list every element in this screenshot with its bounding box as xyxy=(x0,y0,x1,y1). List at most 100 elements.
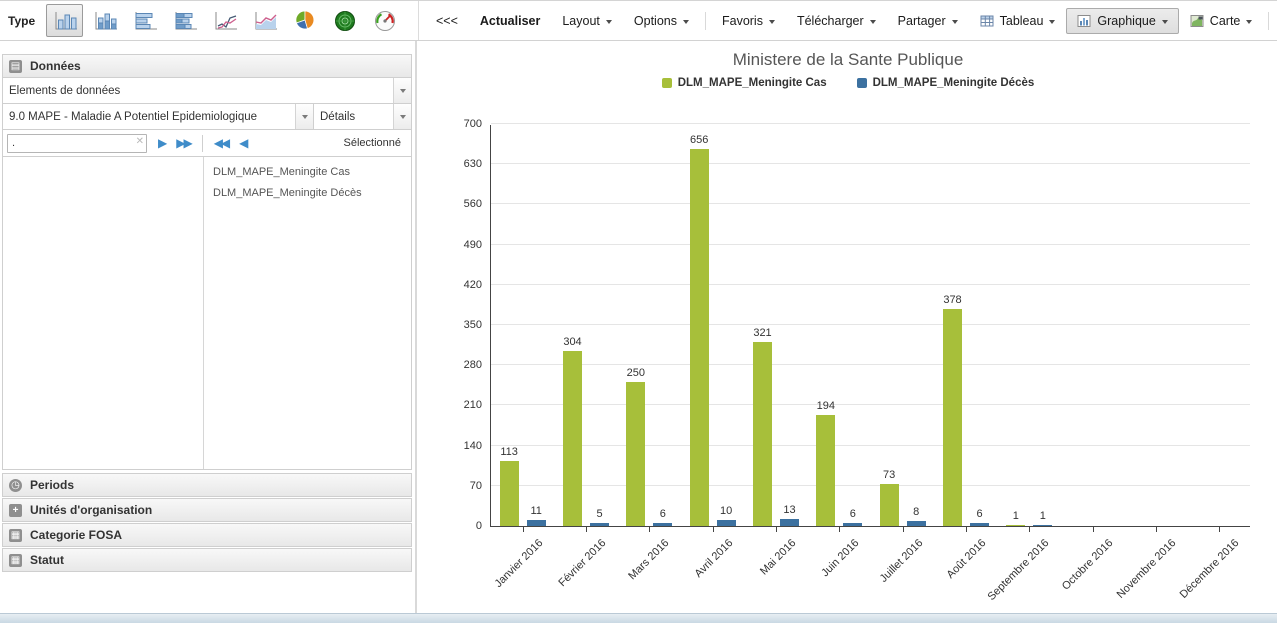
bar-deces[interactable] xyxy=(970,523,989,526)
x-axis-tick xyxy=(586,527,587,532)
bar-cas[interactable] xyxy=(1006,525,1025,526)
type-label: Type xyxy=(8,14,35,28)
chart-panel: Ministere de la Sante Publique DLM_MAPE_… xyxy=(419,41,1277,614)
move-all-left-icon[interactable]: ◀◀ xyxy=(214,137,228,149)
table-view-button[interactable]: Tableau xyxy=(969,8,1067,34)
y-axis-label: 210 xyxy=(464,399,482,411)
chart-type-radar-button[interactable] xyxy=(326,4,363,37)
bar-deces[interactable] xyxy=(1033,525,1052,526)
x-axis-label: Décembre 2016 xyxy=(1178,537,1242,601)
gridline xyxy=(491,485,1250,486)
bar-cas[interactable] xyxy=(500,461,519,526)
bar-value-label: 113 xyxy=(500,446,518,458)
bar-deces[interactable] xyxy=(843,523,862,526)
move-selected-left-icon[interactable]: ◀ xyxy=(239,137,246,149)
filter-input[interactable] xyxy=(7,134,147,153)
chevron-down-icon[interactable] xyxy=(393,104,411,129)
favorites-menu-button[interactable]: Favoris xyxy=(711,8,786,34)
x-axis-tick xyxy=(839,527,840,532)
chart-view-button[interactable]: Graphique xyxy=(1066,8,1178,34)
chart-type-stacked-column-button[interactable] xyxy=(86,4,123,37)
bar-cas[interactable] xyxy=(563,351,582,526)
chart-type-line-button[interactable] xyxy=(206,4,243,37)
collapse-panel-button[interactable]: <<< xyxy=(425,8,469,34)
x-axis-tick xyxy=(776,527,777,532)
bar-deces[interactable] xyxy=(717,520,736,526)
x-axis-tick xyxy=(523,527,524,532)
bar-cas[interactable] xyxy=(690,149,709,526)
share-menu-button[interactable]: Partager xyxy=(887,8,969,34)
stacked-column-chart-icon xyxy=(92,10,118,32)
bar-value-label: 11 xyxy=(530,505,541,517)
line-chart-icon xyxy=(212,10,238,32)
bar-deces[interactable] xyxy=(527,520,546,526)
legend-item[interactable]: DLM_MAPE_Meningite Cas xyxy=(662,77,827,89)
y-axis-label: 140 xyxy=(464,440,482,452)
dimensions-sidebar: ▤ Données Elements de données 9.0 MAPE -… xyxy=(0,41,417,614)
bar-deces[interactable] xyxy=(653,523,672,526)
sidebar-section-statut[interactable]: ▦Statut xyxy=(2,548,412,572)
data-type-select-value: Elements de données xyxy=(3,85,393,97)
map-view-button[interactable]: Carte xyxy=(1179,8,1264,34)
x-axis-label: Mars 2016 xyxy=(627,537,672,582)
chart-type-bar-button[interactable] xyxy=(126,4,163,37)
x-axis-label: Septembre 2016 xyxy=(986,537,1052,603)
bar-value-label: 8 xyxy=(913,506,919,518)
legend-label: DLM_MAPE_Meningite Décès xyxy=(873,77,1035,89)
bar-value-label: 194 xyxy=(817,400,835,412)
chart-title: Ministere de la Sante Publique xyxy=(419,50,1277,70)
sidebar-section-unit-s-d-organisation[interactable]: +Unités d'organisation xyxy=(2,498,412,522)
move-selected-right-icon[interactable]: ▶ xyxy=(158,137,165,149)
y-axis-label: 350 xyxy=(464,319,482,331)
chart-type-pie-button[interactable] xyxy=(286,4,323,37)
bar-cas[interactable] xyxy=(880,484,899,526)
bar-cas[interactable] xyxy=(626,382,645,526)
clear-icon[interactable] xyxy=(136,136,144,147)
bar-cas[interactable] xyxy=(753,342,772,526)
layout-menu-label: Layout xyxy=(562,14,600,28)
chart-type-gauge-button[interactable] xyxy=(366,4,403,37)
x-axis-tick xyxy=(1093,527,1094,532)
clock-icon: ◷ xyxy=(9,479,22,492)
x-axis-label: Juin 2016 xyxy=(820,537,862,579)
y-axis-label: 280 xyxy=(464,359,482,371)
download-menu-button[interactable]: Télécharger xyxy=(786,8,887,34)
options-menu-button[interactable]: Options xyxy=(623,8,700,34)
update-button[interactable]: Actualiser xyxy=(469,8,551,34)
main-menubar: <<< Actualiser Layout Options Favoris Té… xyxy=(419,1,1277,40)
selected-data-item[interactable]: DLM_MAPE_Meningite Cas xyxy=(204,162,411,183)
chart-type-column-button[interactable] xyxy=(46,4,83,37)
pie-chart-icon xyxy=(292,10,318,32)
area-chart-icon xyxy=(252,10,278,32)
x-axis-label: Février 2016 xyxy=(556,537,608,589)
data-group-select-value: 9.0 MAPE - Maladie A Potentiel Epidemiol… xyxy=(3,111,295,123)
chart-type-area-button[interactable] xyxy=(246,4,283,37)
chart-type-stacked-bar-button[interactable] xyxy=(166,4,203,37)
x-axis-tick xyxy=(903,527,904,532)
sidebar-section-categorie-fosa[interactable]: ▦Categorie FOSA xyxy=(2,523,412,547)
selected-data-item[interactable]: DLM_MAPE_Meningite Décès xyxy=(204,183,411,204)
chevron-down-icon[interactable] xyxy=(393,78,411,103)
gridline xyxy=(491,404,1250,405)
x-axis-label: Mai 2016 xyxy=(758,537,798,577)
bar-deces[interactable] xyxy=(780,519,799,526)
chart-plot-area: 070140210280350420490560630700Janvier 20… xyxy=(490,125,1250,527)
data-section-header[interactable]: ▤ Données xyxy=(3,55,411,78)
sidebar-section-periods[interactable]: ◷Periods xyxy=(2,473,412,497)
chevron-down-icon[interactable] xyxy=(295,104,313,129)
data-group-select[interactable]: 9.0 MAPE - Maladie A Potentiel Epidemiol… xyxy=(3,104,313,129)
details-select[interactable]: Détails xyxy=(313,104,411,129)
bar-deces[interactable] xyxy=(907,521,926,526)
layout-menu-button[interactable]: Layout xyxy=(551,8,623,34)
data-type-select[interactable]: Elements de données xyxy=(3,78,411,103)
x-axis-label: Août 2016 xyxy=(945,537,989,581)
bar-deces[interactable] xyxy=(590,523,609,526)
bar-cas[interactable] xyxy=(816,415,835,526)
search-wrap xyxy=(7,133,147,153)
move-all-right-icon[interactable]: ▶▶ xyxy=(176,137,190,149)
chevron-down-icon xyxy=(769,20,775,24)
bar-cas[interactable] xyxy=(943,309,962,526)
bottom-scroll-strip[interactable] xyxy=(0,613,1277,623)
x-axis-tick xyxy=(1029,527,1030,532)
legend-item[interactable]: DLM_MAPE_Meningite Décès xyxy=(857,77,1035,89)
